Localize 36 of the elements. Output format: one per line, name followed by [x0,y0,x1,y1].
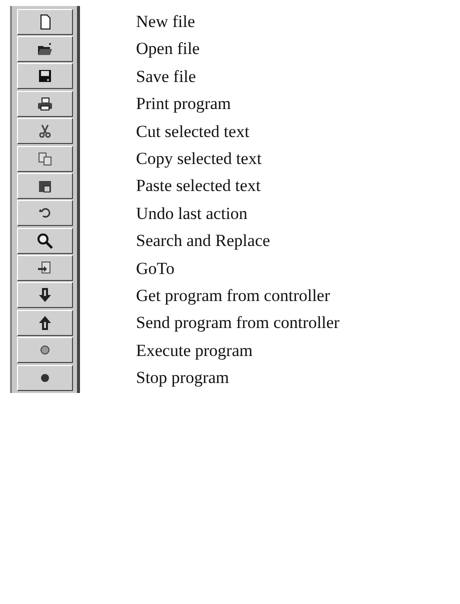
copy-icon [37,150,53,167]
search-icon [37,232,53,249]
button-description: Copy selected text [136,148,263,170]
toolbar-button[interactable] [17,36,73,62]
up-arrow-icon [37,314,53,331]
button-description: Open file [136,38,201,60]
button-description: Print program [136,93,232,116]
scissors-icon [37,123,53,140]
toolbar-button[interactable] [17,310,73,336]
button-description: New file [136,11,196,33]
button-description: Get program from controller [136,284,332,307]
goto-icon [37,260,53,276]
down-arrow-icon [37,287,53,304]
folder-icon [37,41,53,58]
button-description: Save file [136,66,197,88]
toolbar-button[interactable] [17,200,73,226]
toolbar-button[interactable] [17,118,73,144]
button-description: Execute program [136,340,254,362]
toolbar-button[interactable] [17,90,73,117]
button-description: Undo last action [136,202,248,225]
toolbar-button[interactable] [17,63,73,90]
button-description: Search and Replace [136,230,272,252]
button-description: Cut selected text [136,120,250,143]
printer-icon [37,96,53,112]
toolbar-button[interactable] [17,337,73,364]
toolbar-button[interactable] [17,255,73,282]
toolbar-button[interactable] [17,228,73,254]
button-description: Send program from controller [136,312,340,334]
toolbar-button[interactable] [17,282,73,308]
button-description: GoTo [136,258,176,280]
toolbar-button[interactable] [17,8,73,35]
button-description: Stop program [136,367,230,390]
button-description: Paste selected text [136,175,262,198]
toolbar-button[interactable] [17,146,73,172]
toolbar-button[interactable] [17,364,73,391]
toolbar-button[interactable] [17,172,73,199]
